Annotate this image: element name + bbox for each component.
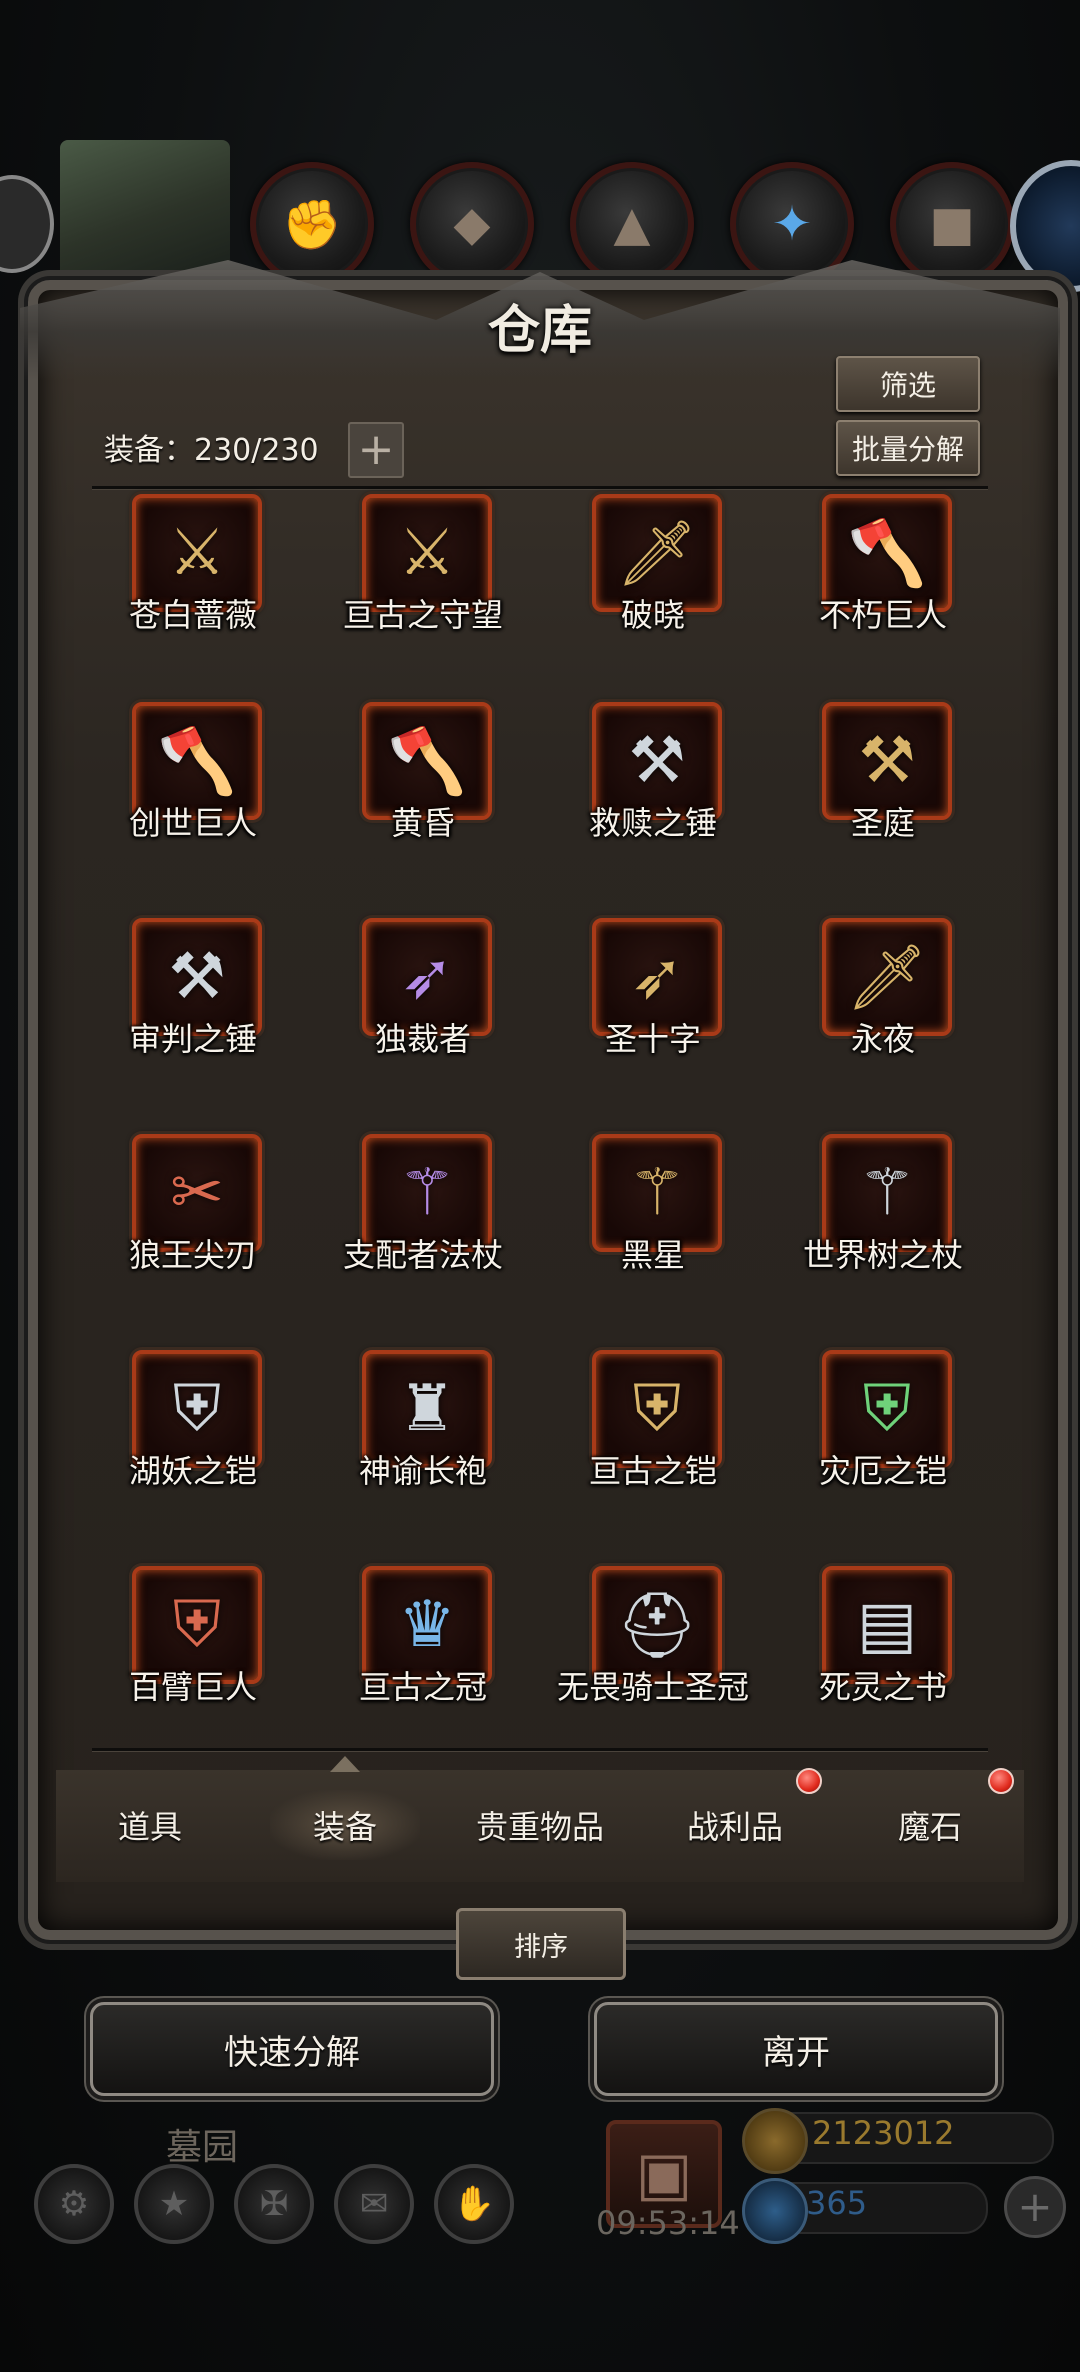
item-name: 审判之锤 [128, 1020, 257, 1058]
hud-skill-slot-3[interactable]: ▲ [570, 162, 694, 286]
item-name: 世界树之杖 [802, 1236, 963, 1274]
inventory-item[interactable]: ⛨ 百臂巨人 [78, 1566, 308, 1756]
boots-icon: ▲ [613, 196, 651, 252]
inventory-item[interactable]: 🗡 永夜 [768, 918, 998, 1108]
item-name: 亘古之守望 [342, 596, 503, 634]
inventory-item[interactable]: 🪓 创世巨人 [78, 702, 308, 892]
crystal-icon: ✦ [771, 196, 813, 252]
item-name: 湖妖之铠 [128, 1452, 257, 1490]
inventory-item[interactable]: ⚚ 黑星 [538, 1134, 768, 1324]
inventory-item[interactable]: ⚚ 支配者法杖 [308, 1134, 538, 1324]
tab-loot[interactable]: 战利品 [660, 1790, 810, 1860]
settings-gear-icon[interactable]: ⚙ [34, 2164, 114, 2244]
item-name: 灾厄之铠 [818, 1452, 947, 1490]
inventory-item[interactable]: ⚔ 苍白蔷薇 [78, 494, 308, 684]
item-name: 黑星 [620, 1236, 685, 1274]
quick-decompose-button[interactable]: 快速分解 [90, 2002, 494, 2096]
inventory-item[interactable]: ⛑ 无畏骑士圣冠 [538, 1566, 768, 1756]
handshake-icon[interactable]: ✋ [434, 2164, 514, 2244]
map-name: 墓园 [166, 2127, 239, 2168]
gold-amount: 2123012 [812, 2114, 955, 2152]
gift-icon: ▣ [635, 2139, 693, 2209]
item-name: 永夜 [850, 1020, 915, 1058]
item-name: 独裁者 [374, 1020, 471, 1058]
inventory-item[interactable]: ♛ 亘古之冠 [308, 1566, 538, 1756]
item-name: 苍白蔷薇 [128, 596, 257, 634]
mail-icon[interactable]: ✉ [334, 2164, 414, 2244]
item-name: 亘古之冠 [358, 1668, 487, 1706]
item-name: 破晓 [620, 596, 685, 634]
expand-capacity-button[interactable]: + [348, 422, 404, 478]
gift-timer: 09:53:14 [596, 2204, 740, 2242]
item-name: 救赎之锤 [588, 804, 717, 842]
item-name: 无畏骑士圣冠 [556, 1668, 749, 1706]
item-name: 圣庭 [850, 804, 915, 842]
inventory-item[interactable]: ✂ 狼王尖刃 [78, 1134, 308, 1324]
hud-skill-slot-5[interactable]: ■ [890, 162, 1014, 286]
tab-items[interactable]: 道具 [80, 1790, 220, 1860]
magic-stone-notification-badge [988, 1768, 1014, 1794]
item-name: 支配者法杖 [342, 1236, 503, 1274]
item-name: 创世巨人 [128, 804, 257, 842]
inventory-item[interactable]: ➶ 独裁者 [308, 918, 538, 1108]
inventory-item[interactable]: ⚒ 救赎之锤 [538, 702, 768, 892]
title-plate: 仓库 [420, 280, 660, 370]
inventory-item[interactable]: 🪓 不朽巨人 [768, 494, 998, 684]
tab-valuables[interactable]: 贵重物品 [450, 1790, 630, 1860]
emblem-icon[interactable]: ✠ [234, 2164, 314, 2244]
add-currency-button[interactable]: + [1004, 2176, 1066, 2238]
inventory-item[interactable]: ⛨ 湖妖之铠 [78, 1350, 308, 1540]
filter-button[interactable]: 筛选 [836, 356, 980, 412]
item-name: 亘古之铠 [588, 1452, 717, 1490]
item-name: 不朽巨人 [818, 596, 947, 634]
item-name: 狼王尖刃 [128, 1236, 257, 1274]
inventory-item[interactable]: ⚒ 审判之锤 [78, 918, 308, 1108]
gauntlet-icon: ✊ [282, 196, 342, 253]
item-name: 黄昏 [390, 804, 455, 842]
inventory-item[interactable]: ⛨ 亘古之铠 [538, 1350, 768, 1540]
divider-top [92, 486, 988, 489]
divider-bottom [92, 1748, 988, 1751]
tab-equipment[interactable]: 装备 [270, 1790, 420, 1860]
active-tab-caret [330, 1752, 360, 1772]
plus-icon: + [357, 424, 395, 475]
gem-amount: 365 [806, 2184, 868, 2222]
inventory-item[interactable]: 🪓 黄昏 [308, 702, 538, 892]
inventory-item[interactable]: ⚔ 亘古之守望 [308, 494, 538, 684]
inventory-item[interactable]: ▤ 死灵之书 [768, 1566, 998, 1756]
item-name: 圣十字 [604, 1020, 701, 1058]
shield-icon: ◆ [453, 196, 491, 252]
sort-button[interactable]: 排序 [456, 1908, 626, 1980]
armor-slot-icon: ■ [929, 196, 975, 252]
star-icon[interactable]: ★ [134, 2164, 214, 2244]
capacity-label: 装备：230/230 [104, 433, 319, 468]
inventory-item[interactable]: 🗡 破晓 [538, 494, 768, 684]
item-name: 死灵之书 [818, 1668, 947, 1706]
inventory-item[interactable]: ➶ 圣十字 [538, 918, 768, 1108]
inventory-item[interactable]: ⛨ 灾厄之铠 [768, 1350, 998, 1540]
inventory-item[interactable]: ⚚ 世界树之杖 [768, 1134, 998, 1324]
item-name: 神谕长袍 [358, 1452, 487, 1490]
leave-button[interactable]: 离开 [594, 2002, 998, 2096]
inventory-item[interactable]: ⚒ 圣庭 [768, 702, 998, 892]
tab-magic-stones[interactable]: 魔石 [860, 1790, 1000, 1860]
page-title: 仓库 [487, 299, 592, 361]
batch-decompose-button[interactable]: 批量分解 [836, 420, 980, 476]
inventory-item[interactable]: ♜ 神谕长袍 [308, 1350, 538, 1540]
gold-coin-icon [742, 2108, 808, 2174]
hud-skill-slot-2[interactable]: ◆ [410, 162, 534, 286]
loot-notification-badge [796, 1768, 822, 1794]
hud-skill-slot-1[interactable]: ✊ [250, 162, 374, 286]
gem-icon [742, 2178, 808, 2244]
item-name: 百臂巨人 [128, 1668, 257, 1706]
